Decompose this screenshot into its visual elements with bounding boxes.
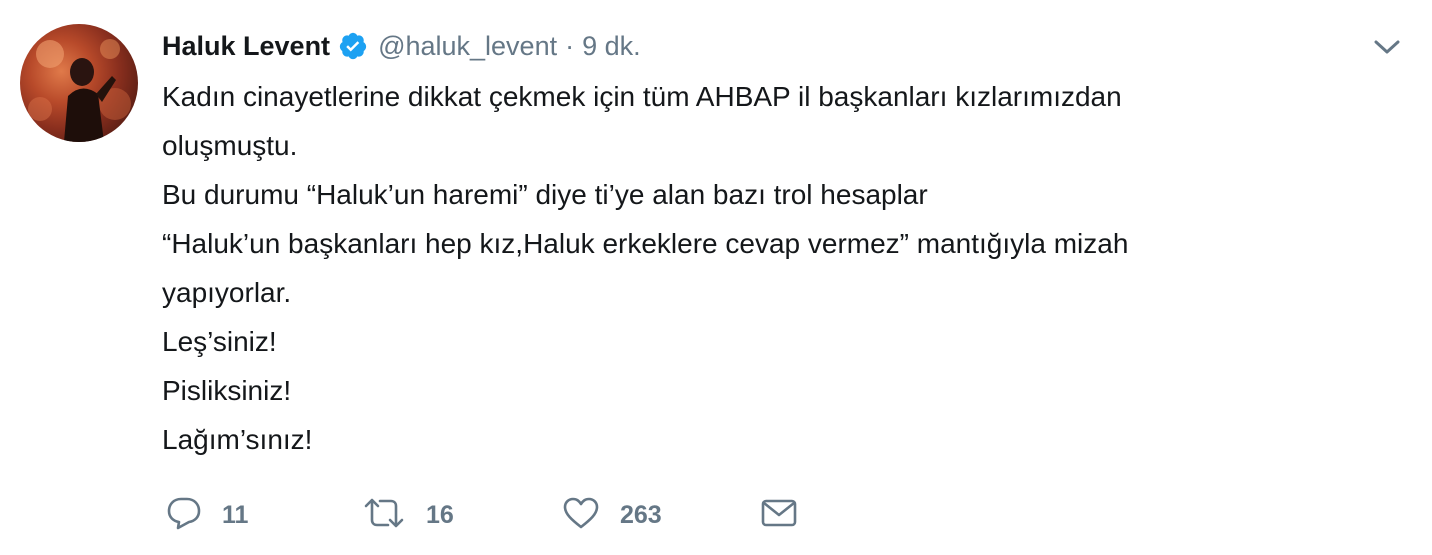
reply-button[interactable]: 11 xyxy=(166,492,248,538)
direct-message-icon xyxy=(760,497,798,534)
author-handle[interactable]: @haluk_levent xyxy=(378,31,557,62)
retweet-icon xyxy=(362,496,406,535)
tweet-header: Haluk Levent @haluk_levent · 9 dk. xyxy=(162,26,641,66)
tweet-line: Bu durumu “Haluk’un haremi” diye ti’ye a… xyxy=(162,179,928,210)
author-name[interactable]: Haluk Levent xyxy=(162,31,330,62)
retweet-button[interactable]: 16 xyxy=(362,492,454,538)
avatar-photo xyxy=(28,39,131,142)
tweet-line: Lağım’sınız! xyxy=(162,424,313,455)
tweet-card: Haluk Levent @haluk_levent · 9 dk. Kadın… xyxy=(0,0,1432,555)
tweet-line: oluşmuştu. xyxy=(162,130,298,161)
tweet-line: yapıyorlar. xyxy=(162,277,292,308)
header-separator: · xyxy=(565,30,575,61)
reply-count: 11 xyxy=(222,500,249,529)
avatar[interactable] xyxy=(20,24,138,142)
like-button[interactable]: 263 xyxy=(562,492,662,538)
tweet-line: Pisliksiniz! xyxy=(162,375,292,406)
tweet-line: Kadın cinayetlerine dikkat çekmek için t… xyxy=(162,81,1122,112)
like-icon xyxy=(562,496,600,535)
chevron-down-icon[interactable] xyxy=(1372,36,1402,58)
verified-badge-icon xyxy=(338,31,368,61)
tweet-timestamp[interactable]: 9 dk. xyxy=(582,31,641,62)
tweet-line: “Haluk’un başkanları hep kız,Haluk erkek… xyxy=(162,228,1129,259)
tweet-line: Leş’siniz! xyxy=(162,326,277,357)
like-count: 263 xyxy=(620,500,662,529)
tweet-text: Kadın cinayetlerine dikkat çekmek için t… xyxy=(162,72,1392,464)
reply-icon xyxy=(166,496,202,535)
direct-message-button[interactable] xyxy=(760,492,798,538)
tweet-actions: 11 16 263 xyxy=(166,492,866,538)
retweet-count: 16 xyxy=(426,500,454,529)
